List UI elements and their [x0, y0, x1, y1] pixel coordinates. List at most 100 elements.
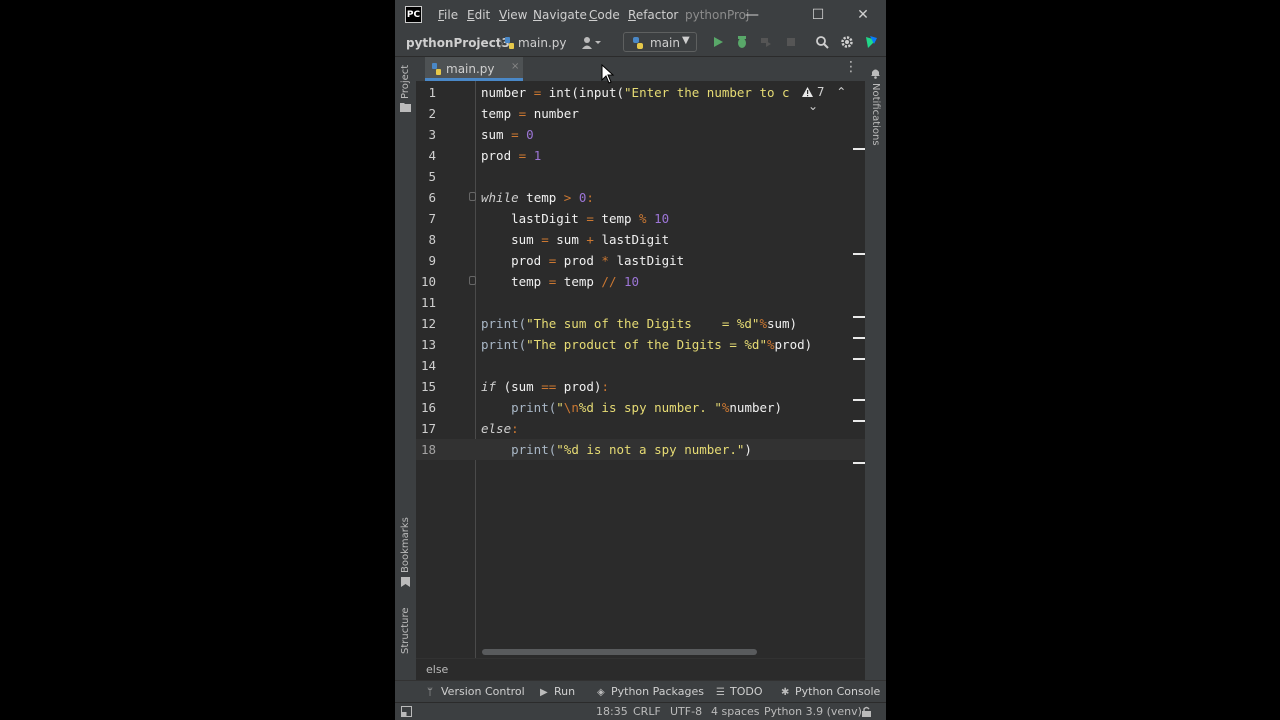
menu-edit[interactable]: Edit [467, 8, 490, 22]
debug-icon[interactable] [735, 35, 749, 49]
bookmarks-tool-tab[interactable]: Bookmarks [400, 517, 411, 573]
editor-tabs: main.py × ⋮ [416, 57, 865, 82]
run-icon[interactable] [711, 35, 725, 49]
person-icon[interactable] [581, 36, 601, 53]
menu-code[interactable]: Code [589, 8, 620, 22]
settings-icon[interactable] [840, 35, 854, 49]
line-number: 10 [420, 274, 436, 289]
maximize-button[interactable]: ☐ [807, 4, 829, 26]
code-text: number = int(input("Enter the number to … [481, 85, 790, 100]
line-separator[interactable]: CRLF [633, 705, 661, 718]
title-bar: PC File Edit View Navigate Code Refactor… [395, 0, 886, 30]
code-text: prod = prod * lastDigit [481, 253, 685, 268]
folder-icon[interactable] [400, 102, 411, 112]
fold-icon[interactable] [469, 192, 476, 201]
error-stripe-marker[interactable] [853, 148, 865, 150]
notifications-tool-tab[interactable]: Notifications [870, 83, 881, 146]
python-packages-button[interactable]: ◈ Python Packages [597, 685, 704, 698]
code-text: sum = 0 [481, 127, 534, 142]
breadcrumb-file[interactable]: main.py [518, 36, 567, 50]
warning-icon [802, 87, 813, 97]
minimize-button[interactable]: — [741, 4, 763, 26]
inspection-widget[interactable]: 7 ⌃ ⌄ [799, 85, 865, 113]
current-code-line: 18 print("%d is not a spy number.") [416, 439, 865, 460]
error-stripe-marker[interactable] [853, 253, 865, 255]
code-line: 10 temp = temp // 10 [416, 271, 865, 292]
caret-position[interactable]: 18:35 [596, 705, 628, 718]
bell-icon[interactable] [870, 67, 881, 79]
code-text: lastDigit = temp % 10 [481, 211, 670, 226]
tab-main-py[interactable]: main.py × [425, 57, 523, 81]
more-options-icon[interactable]: ⋮ [844, 59, 858, 75]
breadcrumb-project[interactable]: pythonProject3 [406, 36, 510, 50]
error-stripe-marker[interactable] [853, 462, 865, 464]
code-line: 7 lastDigit = temp % 10 [416, 208, 865, 229]
bookmark-icon[interactable] [401, 577, 410, 587]
stop-icon[interactable] [784, 35, 798, 49]
chevron-up-icon[interactable]: ⌃ [836, 85, 846, 99]
line-number: 3 [428, 127, 436, 142]
code-text: print("The product of the Digits = %d"%p… [481, 337, 813, 352]
layout-icon[interactable] [401, 706, 412, 717]
python-file-icon [505, 37, 514, 49]
indent-setting[interactable]: 4 spaces [711, 705, 760, 718]
menu-file[interactable]: File [438, 8, 458, 22]
ide-window: PC File Edit View Navigate Code Refactor… [395, 0, 886, 720]
code-editor[interactable]: 1 number = int(input("Enter the number t… [416, 81, 865, 658]
menu-navigate[interactable]: Navigate [533, 8, 587, 22]
structure-tool-tab[interactable]: Structure [400, 607, 411, 654]
error-stripe-marker[interactable] [853, 316, 865, 318]
plugin-icon[interactable] [864, 35, 878, 49]
lock-icon[interactable] [861, 706, 872, 717]
horizontal-scrollbar[interactable] [482, 649, 757, 655]
line-number: 9 [428, 253, 436, 268]
python-file-icon [432, 63, 441, 75]
navigation-bar: pythonProject3 〉 main.py main ▼ [395, 30, 886, 57]
code-text: temp = temp // 10 [481, 274, 640, 289]
line-number: 8 [428, 232, 436, 247]
close-icon[interactable]: × [511, 61, 519, 72]
error-stripe-marker[interactable] [853, 358, 865, 360]
chevron-down-icon[interactable]: ⌄ [808, 99, 818, 113]
packages-icon: ◈ [597, 687, 605, 698]
code-line: 11 [416, 292, 865, 313]
run-configuration-select[interactable]: main ▼ [623, 32, 697, 52]
status-bar: 18:35 CRLF UTF-8 4 spaces Python 3.9 (ve… [395, 702, 886, 720]
line-number: 7 [428, 211, 436, 226]
coverage-icon[interactable] [759, 35, 773, 49]
mouse-cursor-icon [601, 64, 615, 84]
right-tool-strip: Notifications [865, 57, 886, 680]
menu-refactor[interactable]: Refactor [628, 8, 678, 22]
code-line: 6 while temp > 0: [416, 187, 865, 208]
error-stripe-marker[interactable] [853, 337, 865, 339]
line-number: 13 [420, 337, 436, 352]
code-line: 2 temp = number [416, 103, 865, 124]
breadcrumb-item[interactable]: else [426, 663, 448, 676]
todo-icon: ☰ [716, 687, 725, 698]
code-text: print("The sum of the Digits = %d"%sum) [481, 316, 798, 331]
version-control-button[interactable]: ᛘ Version Control [427, 685, 525, 698]
code-line: 16 print("\n%d is spy number. "%number) [416, 397, 865, 418]
left-tool-strip: Project Bookmarks Structure [395, 57, 417, 680]
error-stripe-marker[interactable] [853, 420, 865, 422]
python-console-button[interactable]: ✱ Python Console [781, 685, 880, 698]
fold-icon[interactable] [469, 276, 476, 285]
python-interpreter[interactable]: Python 3.9 (venv) [764, 705, 862, 718]
inspection-count: 7 [816, 85, 825, 99]
code-line: 3 sum = 0 [416, 124, 865, 145]
menu-view[interactable]: View [499, 8, 527, 22]
line-number: 6 [428, 190, 436, 205]
close-button[interactable]: ✕ [852, 4, 874, 26]
todo-button[interactable]: ☰ TODO [716, 685, 763, 698]
code-text: if (sum == prod): [481, 379, 609, 394]
code-line: 13 print("The product of the Digits = %d… [416, 334, 865, 355]
run-button[interactable]: ▶ Run [540, 685, 575, 698]
file-encoding[interactable]: UTF-8 [670, 705, 702, 718]
search-icon[interactable] [815, 35, 829, 49]
pycharm-logo: PC [405, 6, 422, 23]
code-line: 12 print("The sum of the Digits = %d"%su… [416, 313, 865, 334]
project-tool-tab[interactable]: Project [400, 65, 411, 99]
code-text: print("\n%d is spy number. "%number) [481, 400, 783, 415]
line-number: 18 [420, 442, 436, 457]
error-stripe-marker[interactable] [853, 399, 865, 401]
